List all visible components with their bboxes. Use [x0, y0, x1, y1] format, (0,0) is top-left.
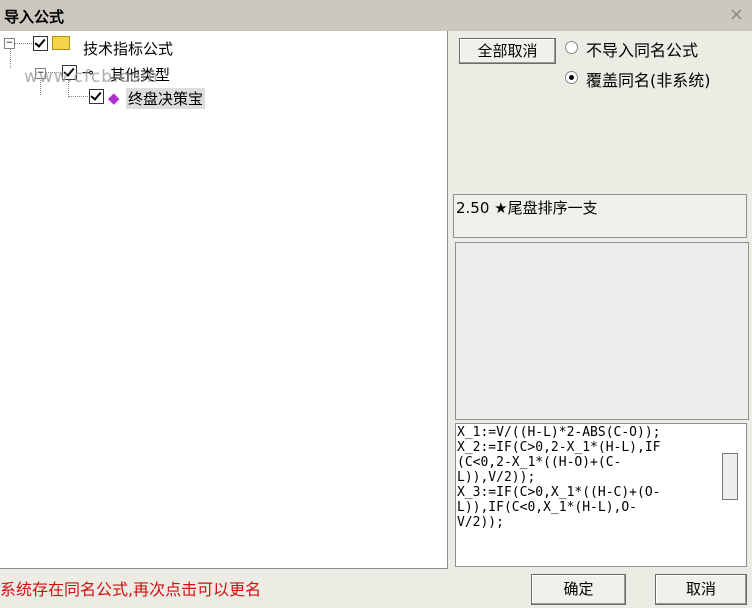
status-message: 系统存在同名公式,再次点击可以更名 [0, 580, 262, 599]
formula-tree[interactable]: − 技术指标公式 − ⊸ 其他类型 ◆ 终盘决策宝 www.cfcb.com [0, 31, 448, 569]
code-line: X_2:=IF(C>0,2-X_1*(H-L),IF [457, 440, 661, 455]
radio-no-import[interactable] [565, 41, 578, 54]
folder-icon [52, 36, 70, 50]
tree-item-final-decision[interactable]: 终盘决策宝 [126, 88, 206, 109]
version-line: 2.50 ★尾盘排序一支 [456, 199, 598, 217]
code-line: (C<0,2-X_1*((H-O)+(C- [457, 455, 622, 470]
watermark: www.cfcb.com [24, 67, 159, 87]
radio-overwrite[interactable] [565, 71, 578, 84]
close-icon[interactable]: × [729, 4, 744, 25]
cancel-all-button[interactable]: 全部取消 [459, 38, 556, 64]
title-bar: 导入公式 × [0, 0, 752, 31]
code-line: V/2)); [457, 515, 504, 530]
collapse-icon[interactable]: − [4, 38, 15, 49]
checkbox-final-decision[interactable] [89, 89, 104, 104]
window-title: 导入公式 [4, 8, 65, 26]
code-line: X_1:=V/((H-L)*2-ABS(C-O)); [457, 425, 661, 440]
checkbox-technical-indicators[interactable] [33, 36, 48, 51]
tree-item-technical-indicators[interactable]: 技术指标公式 [83, 38, 173, 59]
radio-label-no-import: 不导入同名公式 [586, 41, 699, 60]
formula-code: X_1:=V/((H-L)*2-ABS(C-O)); X_2:=IF(C>0,2-… [457, 425, 717, 565]
code-scrollbar-thumb[interactable] [722, 453, 738, 500]
tree-connector [68, 96, 88, 97]
tree-connector [14, 43, 32, 44]
code-line: L)),IF(C<0,X_1*(H-L),O- [457, 500, 638, 515]
radio-label-overwrite: 覆盖同名(非系统) [586, 71, 711, 90]
gem-icon: ◆ [108, 89, 120, 107]
preview-panel [455, 242, 749, 420]
tree-connector [10, 48, 11, 68]
code-line: X_3:=IF(C>0,X_1*((H-C)+(O- [457, 485, 661, 500]
ok-button[interactable]: 确定 [531, 574, 626, 605]
cancel-button[interactable]: 取消 [655, 574, 747, 605]
code-line: L)),V/2)); [457, 470, 536, 485]
info-panel: 2.50 ★尾盘排序一支 [453, 194, 747, 238]
